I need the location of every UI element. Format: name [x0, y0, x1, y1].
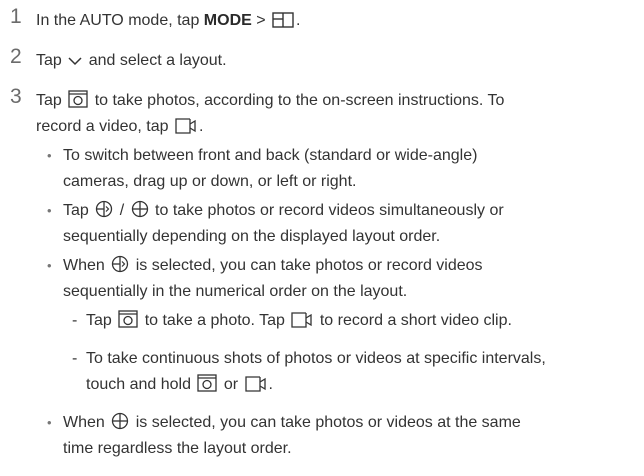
step-text: Tap to take photos, according to the on-…: [36, 88, 636, 140]
step-text-part: Tap: [36, 52, 67, 69]
dash-text-part: Tap: [86, 312, 117, 329]
bullet-text-part: Tap: [63, 202, 94, 219]
bullet-text-part: When: [63, 257, 110, 274]
sequential-shot-icon: [111, 255, 129, 273]
step-number: 3: [10, 85, 22, 108]
dash-text-part: or: [219, 376, 243, 393]
step-text-part: to take photos, according to the on-scre…: [90, 92, 505, 109]
bullet-line: sequentially in the numerical order on t…: [63, 283, 408, 300]
bullet-marker: •: [47, 148, 52, 163]
mode-label: MODE: [203, 12, 252, 29]
step-text-part: .: [198, 118, 204, 135]
split-layout-icon: [272, 12, 294, 28]
bullet-marker: •: [47, 258, 52, 273]
bullet-text: To switch between front and back (standa…: [63, 143, 643, 195]
bullet-line: cameras, drag up or down, or left or rig…: [63, 173, 357, 190]
bullet-line: To switch between front and back (standa…: [63, 147, 478, 164]
sequential-shot-icon: [95, 200, 113, 218]
bullet-line: sequentially depending on the displayed …: [63, 228, 441, 245]
bullet-text-part: to take photos or record videos simultan…: [150, 202, 504, 219]
camera-shutter-icon: [68, 90, 88, 108]
dash-text-part: to record a short video clip.: [315, 312, 512, 329]
step-number: 1: [10, 5, 22, 28]
step-text-part: In the AUTO mode, tap: [36, 12, 204, 29]
dash-text: To take continuous shots of photos or vi…: [86, 346, 642, 398]
step-number: 2: [10, 45, 22, 68]
step-text-part: record a video, tap: [36, 118, 173, 135]
simultaneous-shot-icon: [111, 412, 129, 430]
bullet-line: time regardless the layout order.: [63, 440, 292, 457]
bullet-text: When is selected, you can take photos or…: [63, 410, 643, 462]
step-text-part: >: [251, 12, 271, 29]
step-text-part: .: [296, 12, 301, 29]
video-record-icon: [175, 118, 197, 134]
dash-text-part: to take a photo. Tap: [140, 312, 290, 329]
step-text-part: Tap: [36, 92, 67, 109]
bullet-text: When is selected, you can take photos or…: [63, 253, 643, 305]
camera-shutter-icon: [118, 310, 138, 328]
camera-shutter-icon: [197, 374, 218, 392]
simultaneous-shot-icon: [131, 200, 149, 218]
bullet-marker: •: [47, 415, 52, 430]
video-record-icon: [244, 376, 267, 392]
dash-line: To take continuous shots of photos or vi…: [86, 350, 546, 367]
bullet-text-part: is selected, you can take photos or reco…: [131, 257, 483, 274]
dash-text-part: .: [268, 376, 273, 393]
dash-text-part: touch and hold: [86, 376, 196, 393]
bullet-text-part: /: [115, 202, 129, 219]
dash-text: Tap to take a photo. Tap to record a sho…: [86, 308, 642, 334]
bullet-text-part: When: [63, 414, 110, 431]
dash-marker: -: [72, 350, 78, 367]
bullet-marker: •: [47, 203, 52, 218]
step-text-part: and select a layout.: [84, 52, 227, 69]
bullet-text-part: is selected, you can take photos or vide…: [131, 414, 521, 431]
chevron-down-icon: [68, 54, 82, 68]
step-text: In the AUTO mode, tap MODE > .: [36, 8, 636, 34]
video-record-icon: [291, 312, 313, 328]
bullet-text: Tap / to take photos or record videos si…: [63, 198, 643, 250]
step-text: Tap and select a layout.: [36, 48, 636, 74]
dash-marker: -: [72, 312, 78, 329]
